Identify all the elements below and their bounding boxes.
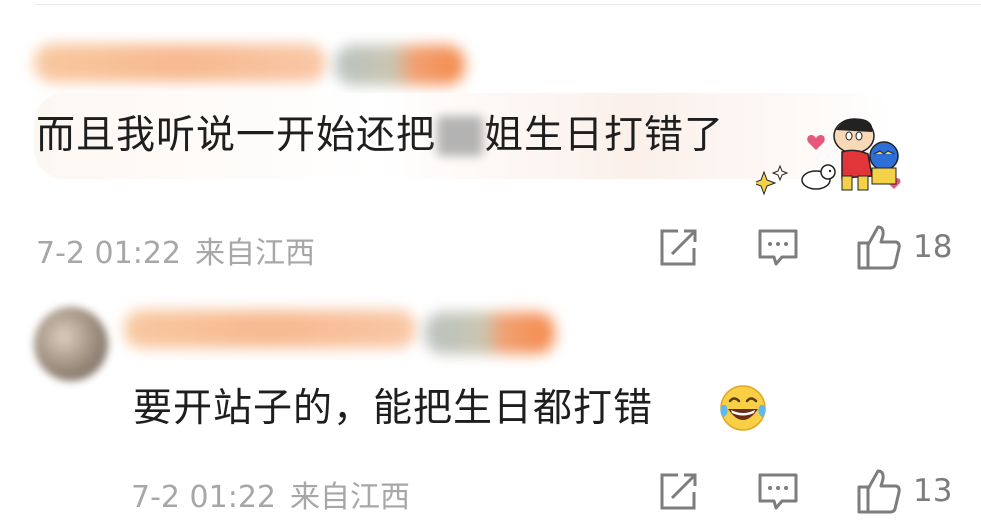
crayon-shinchan-sticker xyxy=(756,118,901,196)
avatar[interactable] xyxy=(34,307,108,381)
like-count: 18 xyxy=(913,229,953,265)
comment-time: 7-2 01:22 xyxy=(36,236,181,271)
reply-time: 7-2 01:22 xyxy=(131,480,276,515)
reply-text-content: 要开站子的，能把生日都打错 xyxy=(133,386,654,431)
fan-badge-blurred xyxy=(335,45,465,85)
reply-text: 要开站子的，能把生日都打错 xyxy=(133,387,653,431)
like-count: 13 xyxy=(913,473,953,509)
comment-meta: 7-2 01:22 来自江西 xyxy=(36,228,315,272)
comment-text-end: 姐生日打错了 xyxy=(484,113,725,158)
divider xyxy=(34,4,981,5)
tears-of-joy-emoji xyxy=(720,385,766,431)
thumbs-up-icon[interactable] xyxy=(856,467,902,515)
reply-location: 来自江西 xyxy=(290,480,410,515)
username-blurred[interactable] xyxy=(34,44,326,82)
comment-icon[interactable] xyxy=(756,226,800,270)
comment-text: 而且我听说一开始还把 姐生日打错了 xyxy=(36,114,724,158)
comment-icon[interactable] xyxy=(756,470,800,514)
comment-text-start: 而且我听说一开始还把 xyxy=(36,113,437,158)
reply-meta: 7-2 01:22 来自江西 xyxy=(131,472,410,516)
share-edit-icon[interactable] xyxy=(656,226,700,270)
comment-location: 来自江西 xyxy=(195,236,315,271)
share-edit-icon[interactable] xyxy=(656,470,700,514)
fan-badge-blurred xyxy=(425,312,555,354)
username-blurred[interactable] xyxy=(124,310,416,348)
censored-name xyxy=(437,116,484,156)
thumbs-up-icon[interactable] xyxy=(856,223,902,271)
